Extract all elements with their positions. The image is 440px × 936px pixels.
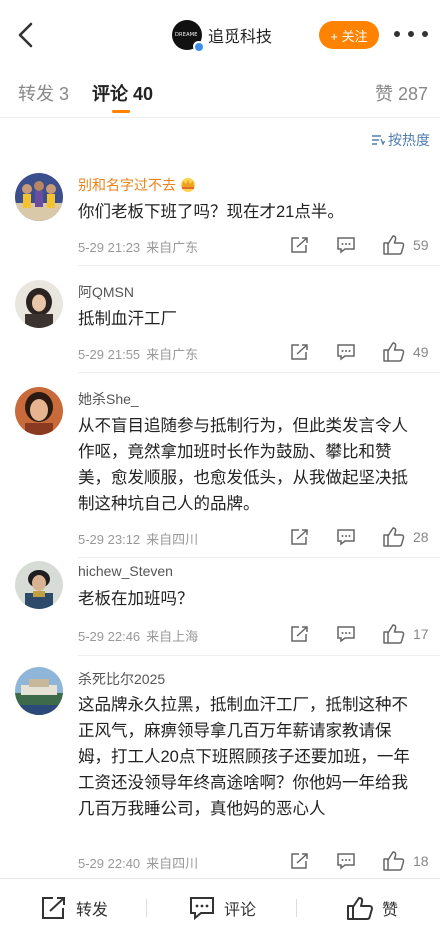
crown-icon	[179, 176, 197, 195]
top-bar: DREAME 追觅科技 + 关注	[0, 0, 440, 70]
share-icon[interactable]	[290, 625, 310, 648]
thumb-up-icon	[347, 897, 373, 920]
comment-actions: 59	[290, 234, 430, 256]
comment-location: 来自四川	[146, 856, 199, 871]
account-avatar: DREAME	[172, 20, 204, 52]
verified-badge-icon	[193, 41, 204, 52]
comment-username[interactable]: 她杀She_	[78, 389, 139, 409]
more-icon[interactable]	[394, 29, 428, 39]
sort-icon	[372, 135, 385, 146]
avatar[interactable]	[15, 561, 63, 609]
reply-icon[interactable]	[336, 625, 356, 648]
like-count: 17	[413, 626, 429, 642]
thumb-up-icon[interactable]	[382, 234, 406, 261]
tab-comment[interactable]: 评论 40	[92, 80, 153, 106]
comment-date: 5-29 23:12	[78, 532, 141, 547]
comment-text: 老板在加班吗？	[78, 590, 194, 608]
comment-meta: 5-29 22:46 来自上海	[78, 626, 198, 645]
repost-button[interactable]: 转发	[40, 893, 108, 923]
active-tab-indicator	[112, 110, 130, 113]
divider	[146, 899, 147, 917]
bottom-action-bar: 转发 评论 赞	[0, 878, 440, 936]
tab-bar: 转发 3 评论 40 赞 287	[0, 70, 440, 118]
sort-label: 按热度	[388, 132, 430, 148]
comment-username[interactable]: 杀死比尔2025	[78, 669, 165, 689]
comment-username[interactable]: 别和名字过不去	[78, 175, 197, 195]
avatar[interactable]	[15, 667, 63, 715]
tab-repost[interactable]: 转发 3	[18, 80, 69, 106]
reply-icon[interactable]	[336, 236, 356, 259]
thumb-up-icon[interactable]	[382, 526, 406, 553]
comment-text: 这品牌永久拉黑，抵制血汗工厂，抵制这种不正风气，麻痹领导拿几百万年薪请家教请保姆…	[78, 696, 410, 818]
divider	[78, 557, 440, 558]
follow-button[interactable]: + 关注	[319, 21, 379, 49]
comment-username[interactable]: hichew_Steven	[78, 563, 173, 579]
like-count: 18	[413, 853, 429, 869]
avatar[interactable]	[15, 173, 63, 221]
comment-date: 5-29 21:23	[78, 240, 141, 255]
divider	[78, 372, 440, 373]
comment-username[interactable]: 阿QMSN	[78, 282, 134, 302]
avatar[interactable]	[15, 280, 63, 328]
comment-meta: 5-29 23:12 来自四川	[78, 529, 198, 548]
account-name: 追觅科技	[208, 29, 273, 46]
reply-icon[interactable]	[336, 343, 356, 366]
reply-icon[interactable]	[336, 528, 356, 551]
like-button[interactable]: 赞	[346, 893, 398, 923]
sort-toggle[interactable]: 按热度	[371, 130, 430, 150]
comment-text: 你们老板下班了吗？现在才21点半。	[78, 203, 344, 221]
reply-icon	[190, 897, 214, 921]
tab-like[interactable]: 赞 287	[375, 80, 428, 106]
like-count: 49	[413, 344, 429, 360]
share-icon[interactable]	[290, 528, 310, 551]
divider	[296, 899, 297, 917]
avatar[interactable]	[15, 387, 63, 435]
comment-button[interactable]: 评论	[188, 893, 256, 923]
back-arrow-icon[interactable]	[14, 20, 38, 50]
comment-location: 来自广东	[146, 347, 199, 362]
like-count: 59	[413, 237, 429, 253]
share-icon	[42, 897, 65, 919]
repost-label: 转发	[76, 902, 109, 919]
comment-label: 评论	[224, 902, 257, 919]
reply-icon[interactable]	[336, 852, 356, 875]
divider	[78, 265, 440, 266]
comment-actions: 28	[290, 526, 430, 548]
comment-location: 来自上海	[146, 629, 199, 644]
comment-date: 5-29 22:40	[78, 856, 141, 871]
thumb-up-icon[interactable]	[382, 623, 406, 650]
like-count: 28	[413, 529, 429, 545]
comment-text: 抵制血汗工厂	[78, 310, 177, 328]
comment-actions: 18	[290, 850, 430, 872]
share-icon[interactable]	[290, 852, 310, 875]
comment-location: 来自广东	[146, 240, 199, 255]
comment-location: 来自四川	[146, 532, 199, 547]
brand-logo-text: DREAME	[175, 32, 198, 38]
comment-meta: 5-29 21:55 来自广东	[78, 344, 198, 363]
thumb-up-icon[interactable]	[382, 850, 406, 877]
account-header[interactable]: DREAME 追觅科技	[172, 20, 273, 52]
thumb-up-icon[interactable]	[382, 341, 406, 368]
share-icon[interactable]	[290, 236, 310, 259]
comment-meta: 5-29 22:40 来自四川	[78, 853, 198, 872]
divider	[78, 655, 440, 656]
comment-text: 从不盲目追随参与抵制行为，但此类发言令人作呕，竟然拿加班时长作为鼓励、攀比和赞美…	[78, 417, 408, 513]
share-icon[interactable]	[290, 343, 310, 366]
comment-date: 5-29 21:55	[78, 347, 141, 362]
like-label: 赞	[382, 902, 399, 919]
comment-date: 5-29 22:46	[78, 629, 141, 644]
comment-actions: 49	[290, 341, 430, 363]
comment-actions: 17	[290, 623, 430, 645]
comment-meta: 5-29 21:23 来自广东	[78, 237, 198, 256]
